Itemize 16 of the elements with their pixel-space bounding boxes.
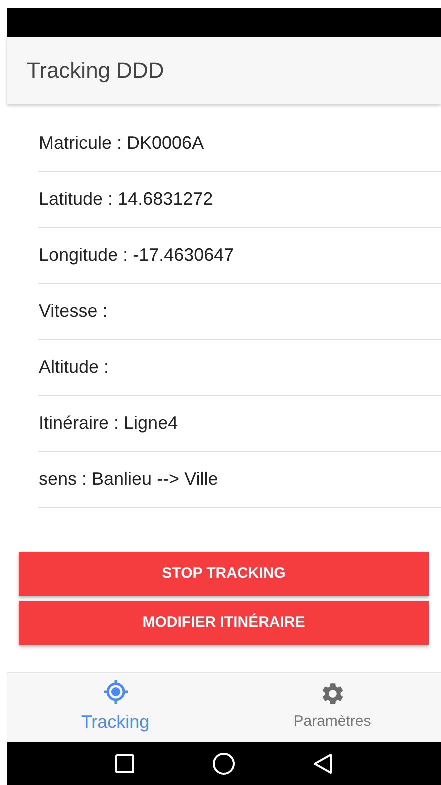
field-text: Vitesse : xyxy=(39,300,108,323)
field-text: Longitude : -17.4630647 xyxy=(39,244,234,267)
home-nav-icon[interactable] xyxy=(212,752,236,776)
action-button[interactable]: STOP TRACKING xyxy=(19,552,429,596)
bottom-tab[interactable]: Tracking xyxy=(7,673,224,742)
field-text: Latitude : 14.6831272 xyxy=(39,188,214,211)
app-bar-title: Tracking DDD xyxy=(27,57,164,85)
crosshair-icon xyxy=(102,679,128,705)
bottom-tab[interactable]: Paramètres xyxy=(224,673,441,742)
square-nav-icon[interactable] xyxy=(115,754,136,774)
field-text: sens : Banlieu --> Ville xyxy=(39,468,218,491)
field-text: Itinéraire : Ligne4 xyxy=(39,412,178,435)
back-nav-icon[interactable] xyxy=(312,752,333,774)
field-text: Altitude : xyxy=(39,356,110,379)
action-button[interactable]: MODIFIER ITINÉRAIRE xyxy=(19,601,429,645)
field-text: Matricule : DK0006A xyxy=(39,132,204,155)
